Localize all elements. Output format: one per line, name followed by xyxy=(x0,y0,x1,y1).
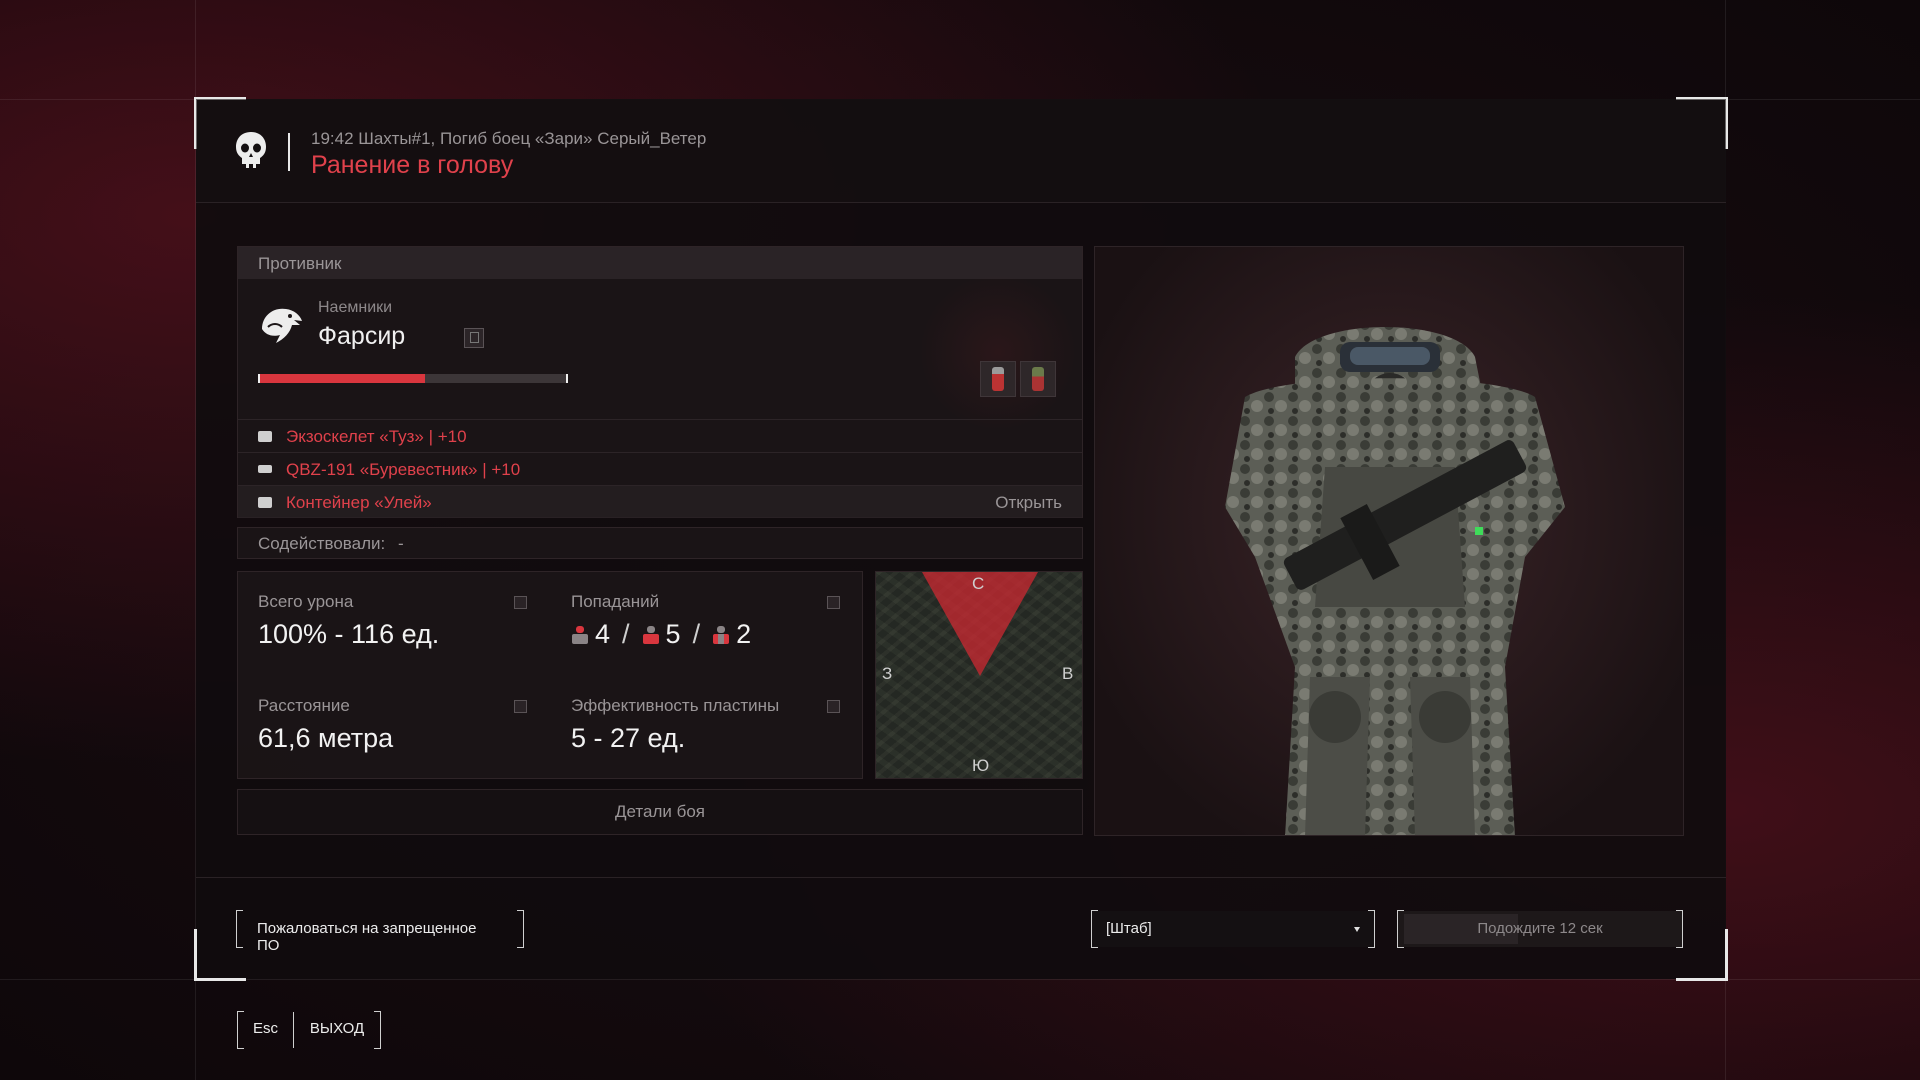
wait-button-label: Подождите 12 сек xyxy=(1477,920,1603,937)
exit-button[interactable]: Esc ВЫХОД xyxy=(237,1011,381,1049)
attack-direction-cone xyxy=(922,572,1038,676)
eagle-icon xyxy=(262,308,302,343)
skull-icon xyxy=(236,132,266,168)
exit-label: ВЫХОД xyxy=(309,1020,365,1037)
can-icon xyxy=(1032,367,1044,391)
compass-west: З xyxy=(882,664,893,683)
stat-label: Эффективность пластины xyxy=(571,696,780,715)
help-icon[interactable] xyxy=(514,700,527,713)
compass-east: В xyxy=(1062,664,1074,683)
consumable-slot xyxy=(1020,361,1056,397)
limb-hit-icon xyxy=(712,625,730,644)
compass-south: Ю xyxy=(972,756,990,775)
enemy-faction: Наемники xyxy=(318,299,393,316)
death-event-meta: 19:42 Шахты#1, Погиб боец «Зари» Серый_В… xyxy=(311,129,707,148)
head-hits-value: 4 xyxy=(595,619,611,649)
enemy-health-bar xyxy=(258,374,568,383)
faction-watermark xyxy=(918,272,1078,432)
frame-corner xyxy=(1676,929,1728,981)
assist-row: Содействовали: - xyxy=(237,527,1083,559)
battle-details-button[interactable]: Детали боя xyxy=(237,789,1083,835)
help-icon[interactable] xyxy=(827,700,840,713)
header-divider xyxy=(288,133,290,171)
footer-divider xyxy=(196,877,1726,878)
enemy-section-label: Противник xyxy=(238,247,1082,279)
combat-stats: Всего урона 100% - 116 ед. Попаданий 4 /… xyxy=(237,571,863,779)
stat-total-damage: Всего урона 100% - 116 ед. xyxy=(238,572,551,676)
esc-key-hint: Esc xyxy=(238,1012,294,1048)
header: 19:42 Шахты#1, Погиб боец «Зари» Серый_В… xyxy=(196,99,1726,203)
respawn-wait-button[interactable]: Подождите 12 сек xyxy=(1397,910,1683,948)
stat-hits: Попаданий 4 / 5 / 2 xyxy=(551,572,864,676)
container-icon xyxy=(258,497,272,508)
separator: / xyxy=(622,619,630,649)
enemy-health-fill xyxy=(260,374,426,383)
loot-item-label: Экзоскелет «Туз» | +10 xyxy=(286,427,467,446)
enemy-name: Фарсир xyxy=(318,322,406,350)
stat-distance: Расстояние 61,6 метра xyxy=(238,676,551,780)
open-container-button[interactable]: Открыть xyxy=(995,493,1062,513)
stat-value: 5 - 27 ед. xyxy=(571,723,686,753)
kill-direction-minimap: С В Ю З xyxy=(875,571,1083,779)
loot-item-label: Контейнер «Улей» xyxy=(286,493,432,512)
help-icon[interactable] xyxy=(514,596,527,609)
stat-plate-efficiency: Эффективность пластины 5 - 27 ед. xyxy=(551,676,864,780)
stat-label: Всего урона xyxy=(258,592,354,611)
stat-label: Попаданий xyxy=(571,592,660,611)
consumable-slot xyxy=(980,361,1016,397)
report-cheating-button[interactable]: Пожаловаться на запрещенное ПО xyxy=(236,910,524,954)
copy-name-icon[interactable] xyxy=(464,328,484,348)
loot-item-container[interactable]: Контейнер «Улей» Открыть xyxy=(238,485,1082,518)
channel-select-value: [Штаб] xyxy=(1106,920,1152,937)
report-button-label: Пожаловаться на запрещенное ПО xyxy=(257,920,477,954)
body-hits-value: 5 xyxy=(665,619,681,649)
bottle-icon xyxy=(992,367,1004,391)
exoskeleton-soldier-image xyxy=(1225,327,1565,835)
head-hit-icon xyxy=(571,625,589,644)
stat-value: 61,6 метра xyxy=(258,723,394,753)
chevron-down-icon xyxy=(1354,927,1360,932)
rifle-icon xyxy=(258,465,272,473)
limb-hits-value: 2 xyxy=(736,619,752,649)
armor-icon xyxy=(258,431,272,442)
channel-select[interactable]: [Штаб] xyxy=(1091,910,1375,948)
enemy-portrait xyxy=(1094,246,1684,836)
help-icon[interactable] xyxy=(827,596,840,609)
assist-label: Содействовали: xyxy=(258,534,386,553)
stat-label: Расстояние xyxy=(258,696,350,715)
loot-item-armor[interactable]: Экзоскелет «Туз» | +10 xyxy=(238,419,1082,452)
body-hit-icon xyxy=(642,625,660,644)
assist-value: - xyxy=(397,534,404,553)
stat-value: 100% - 116 ед. xyxy=(258,619,440,649)
separator: / xyxy=(692,619,701,649)
loot-item-weapon[interactable]: QBZ-191 «Буревестник» | +10 xyxy=(238,452,1082,485)
loot-item-label: QBZ-191 «Буревестник» | +10 xyxy=(286,460,521,479)
compass-north: С xyxy=(972,574,985,593)
death-report-window: 19:42 Шахты#1, Погиб боец «Зари» Серый_В… xyxy=(194,97,1728,981)
death-cause-title: Ранение в голову xyxy=(311,151,514,179)
enemy-panel: Противник Наемники Фарсир Экзоскелет «Ту… xyxy=(237,246,1083,518)
